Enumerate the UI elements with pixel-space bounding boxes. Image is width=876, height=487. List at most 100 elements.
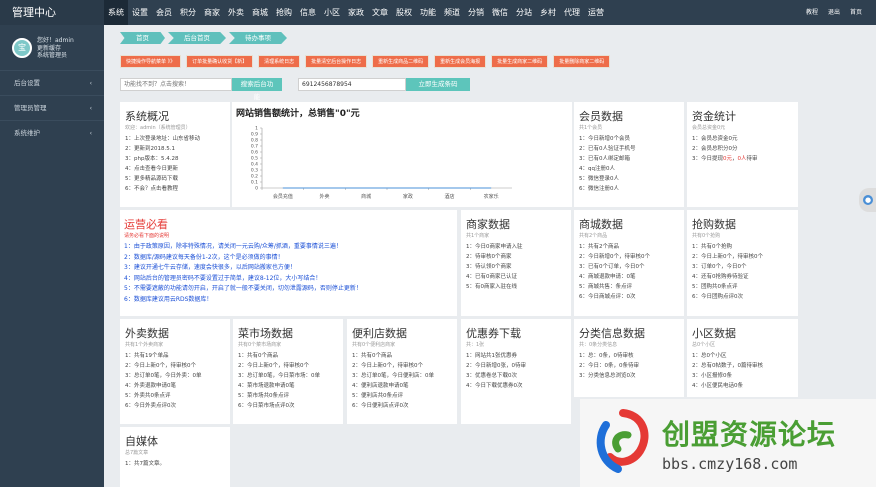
overview-line: 2：更新到2018.5.1 [125, 146, 175, 152]
member-line: 1：今日新增0个会员 [579, 136, 630, 142]
store-line: 6：今日便利店点评0次 [352, 403, 409, 409]
nav-item-housekeeping[interactable]: 家政 [344, 0, 368, 25]
breadcrumb-backend-home[interactable]: 后台首页 [168, 32, 226, 44]
nav-item-system[interactable]: 系统 [104, 0, 128, 25]
self-media-card: 自媒体 总7篇文章 1：共7篇文章。 [120, 427, 230, 487]
nav-item-functions[interactable]: 功能 [416, 0, 440, 25]
market-line: 3：总订单0笔，今日菜市场：0单 [238, 373, 320, 379]
regen-member-poster-button[interactable]: 重新生成会员海报 [434, 55, 487, 68]
market-data-card: 菜市场数据 共有0个菜市场商家 1：共有0个商品 2：今日上新0个，待审核0个 … [233, 319, 343, 424]
card-title: 自媒体 [125, 435, 158, 448]
card-subtitle: 会员总资金0元 [692, 125, 726, 131]
top-right-links: 教程 退出 首页 [806, 0, 862, 25]
x-tick-label: 农家乐 [484, 193, 499, 200]
delete-merchant-qr-button[interactable]: 批量删除商家二维码 [553, 55, 611, 68]
mall-line: 6：今日商城点评：0次 [579, 294, 636, 300]
takeout-line: 5：外卖共0条点评 [125, 393, 171, 399]
nav-item-info[interactable]: 信息 [296, 0, 320, 25]
card-title: 商家数据 [466, 218, 510, 231]
breadcrumb: 首页 后台首页 待办事项 [120, 32, 290, 44]
takeout-data-card: 外卖数据 共有1个外卖商家 1：共有19个单品 2：今日上新0个，待审核0个 3… [120, 319, 230, 424]
nav-item-points[interactable]: 积分 [176, 0, 200, 25]
y-tick-label: 0.5 [251, 156, 258, 162]
nav-item-channels[interactable]: 频道 [440, 0, 464, 25]
nav-item-wechat[interactable]: 微信 [488, 0, 512, 25]
nav-item-merchants[interactable]: 商家 [200, 0, 224, 25]
store-line: 2：今日上新0个，待审核0个 [352, 363, 423, 369]
barcode-input[interactable] [298, 78, 406, 91]
watermark-text: 创盟资源论坛 [662, 418, 837, 451]
card-title: 会员数据 [579, 110, 623, 123]
card-title: 系统概况 [125, 110, 169, 123]
classified-line: 2：今日：0条，0条待审 [579, 363, 639, 369]
market-line: 5：菜市场共0条点评 [238, 393, 289, 399]
function-search-input[interactable] [120, 78, 232, 91]
nav-item-agents[interactable]: 代理 [560, 0, 584, 25]
flash-line: 3：订单0个，今日0个 [692, 264, 747, 270]
sidebar-item-admin-management[interactable]: 管理员管理 ‹ [0, 95, 104, 120]
overview-link-more-source[interactable]: 5：更多精品源码下载 [125, 174, 200, 184]
sales-chart: 00.10.20.30.40.50.60.70.80.91 会员充值 外卖 商城 家政 酒… [251, 126, 512, 200]
floating-help-button[interactable]: ● [859, 188, 876, 212]
market-line: 6：今日菜市场点评0次 [238, 403, 295, 409]
nav-item-community[interactable]: 小区 [320, 0, 344, 25]
nav-item-operations[interactable]: 运营 [584, 0, 608, 25]
nav-item-articles[interactable]: 文章 [368, 0, 392, 25]
generate-barcode-button[interactable]: 立即生成条码 [406, 78, 470, 91]
card-subtitle: 共1个商家 [466, 233, 490, 239]
y-tick-label: 0.7 [251, 144, 258, 150]
nav-item-settings[interactable]: 设置 [128, 0, 152, 25]
nav-item-flash-sale[interactable]: 抢购 [272, 0, 296, 25]
overview-link-tutorial[interactable]: 6：不会？点击看教程 [125, 184, 200, 194]
community-data-card: 小区数据 总0个小区 1：总0个小区 2：总有0帖数子，0篇待审核 3：小区报修… [687, 319, 798, 397]
tutorial-link[interactable]: 教程 [806, 0, 818, 25]
nav-item-mall[interactable]: 商城 [248, 0, 272, 25]
clear-admin-log-button[interactable]: 批量清空后台操作日志 [305, 55, 368, 68]
clear-system-log-button[interactable]: 清理系统日志 [258, 55, 301, 68]
nav-item-substations[interactable]: 分站 [512, 0, 536, 25]
breadcrumb-home[interactable]: 首页 [120, 32, 165, 44]
notice-line: 4：网站后台的管理员密码不要设置过于简单，建议8-12位，大小写结合！ [124, 274, 322, 282]
card-title: 商城数据 [579, 218, 623, 231]
nav-item-takeout[interactable]: 外卖 [224, 0, 248, 25]
member-line: 4：qq注册0人 [579, 166, 615, 172]
notice-line: 5：不需要遮蔽的功能请勿开启，开启了就一般不要关闭，切勿泄露源码，否则停止更新！ [124, 285, 362, 292]
logout-link[interactable]: 退出 [828, 0, 840, 25]
breadcrumb-todo[interactable]: 待办事项 [229, 32, 287, 44]
nav-item-distribution[interactable]: 分销 [464, 0, 488, 25]
overview-link-today-updates[interactable]: 4：点击查看今日更新 [125, 164, 200, 174]
search-function-button[interactable]: 搜索后台功能 [232, 78, 282, 101]
sidebar-item-label: 后台设置 [14, 79, 40, 87]
member-line: 3：已有0人绑定邮箱 [579, 156, 630, 162]
home-link[interactable]: 首页 [850, 0, 862, 25]
gen-merchant-qr-button[interactable]: 批量生成商家二维码 [491, 55, 549, 68]
member-line: 2：已有0人验证手机号 [579, 146, 636, 152]
y-tick-label: 0.1 [251, 180, 258, 186]
quick-nav-menu-button[interactable]: 快捷操作导航菜单 》》 [120, 55, 182, 68]
regen-product-qr-button[interactable]: 重新生成商品二维码 [372, 55, 430, 68]
card-title: 运营必看 [124, 218, 168, 231]
card-title: 分类信息数据 [579, 327, 645, 340]
market-line: 2：今日上新0个，待审核0个 [238, 363, 309, 369]
market-line: 1：共有0个商品 [238, 353, 278, 359]
mall-data-card: 商城数据 共有2个商品 1：共有2个商品 2：今日新增0个，待审核0个 3：已有… [574, 210, 684, 316]
funds-withdraw-line: 3：今日提现0元，0人待审 [692, 156, 758, 162]
nav-item-equity[interactable]: 股权 [392, 0, 416, 25]
avatar[interactable]: 宝 [12, 38, 32, 58]
sidebar-item-maintenance[interactable]: 系统维护 ‹ [0, 120, 104, 145]
mall-line: 4：商城退款申请：0笔 [579, 274, 636, 280]
batch-confirm-receipt-button[interactable]: 订单批量确认收货【新】 [186, 55, 254, 68]
notice-line: 2：数据库/源码建议每天备份1-2次，这个是必须做的事情！ [124, 253, 284, 261]
community-line: 4：小区便民电话0条 [692, 383, 743, 389]
nav-item-members[interactable]: 会员 [152, 0, 176, 25]
watermark-logo-icon [596, 409, 649, 473]
refresh-cache-link[interactable]: 更新缓存 [37, 45, 74, 53]
merchant-line: 5：有0商家入驻在线 [466, 284, 517, 290]
greeting: 您好！admin [37, 37, 74, 44]
card-subtitle: 共：1张 [466, 342, 485, 348]
funds-line: 2：会员总积分0分 [692, 146, 738, 152]
nav-item-village[interactable]: 乡村 [536, 0, 560, 25]
card-title: 小区数据 [692, 327, 736, 340]
sidebar-item-backend-settings[interactable]: 后台设置 ‹ [0, 70, 104, 95]
classified-info-card: 分类信息数据 共：0条分类信息 1：总：0条，0待审核 2：今日：0条，0条待审… [574, 319, 684, 397]
